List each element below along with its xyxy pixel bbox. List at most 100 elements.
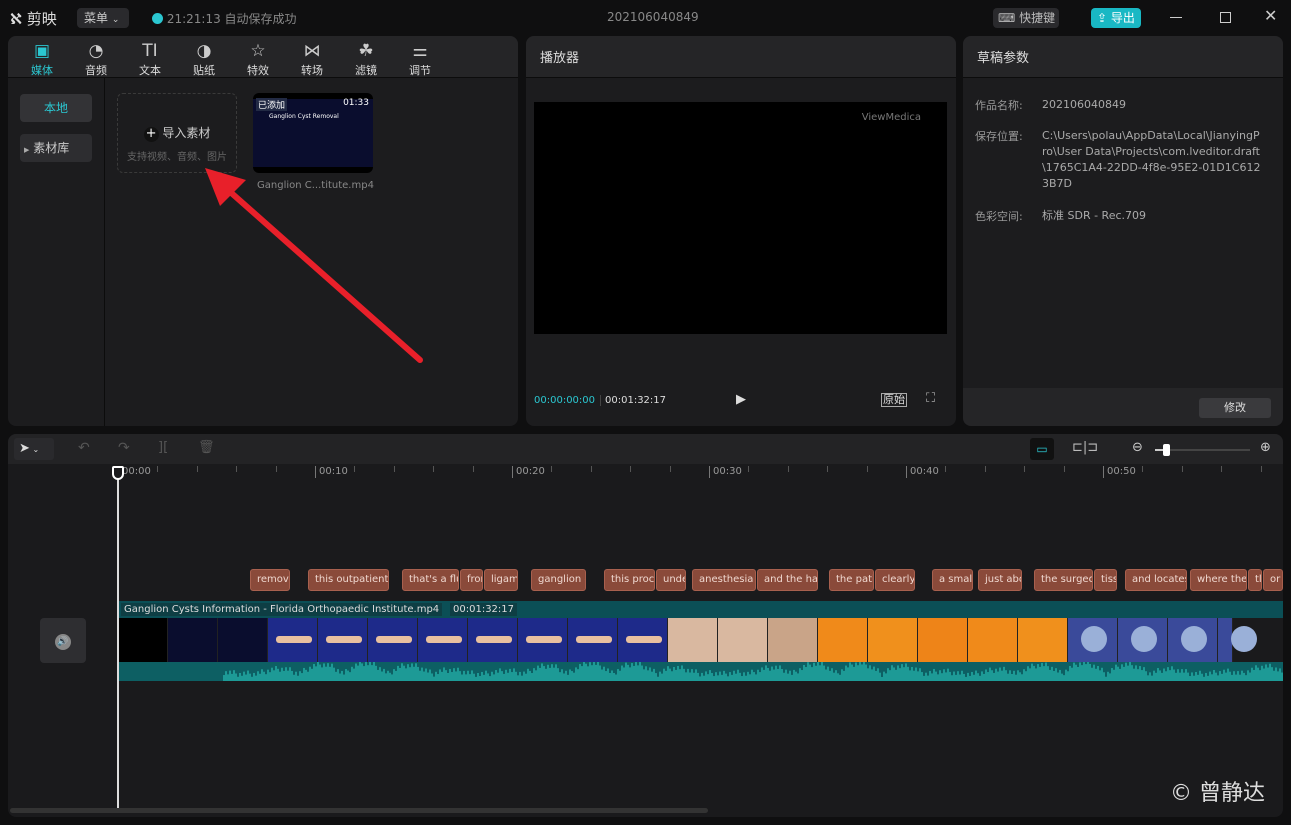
media-icon: ▣	[33, 41, 51, 61]
link-split-icon[interactable]: ⊏|⊐	[1072, 440, 1098, 455]
chevron-down-icon: ⌄	[111, 15, 120, 25]
tab-audio[interactable]: ◔ 音频	[71, 40, 121, 78]
media-item[interactable]: 已添加 01:33 Ganglion Cyst Removal	[253, 93, 373, 173]
subtitle-clip[interactable]: fror	[460, 569, 483, 591]
playhead[interactable]	[117, 466, 119, 808]
import-media-button[interactable]: + 导入素材 支持视频、音频、图片	[117, 93, 237, 173]
subtitle-clip[interactable]: this proc	[604, 569, 655, 591]
subtitle-clip[interactable]: and locates	[1125, 569, 1187, 591]
select-tool-button[interactable]: ➤ ⌄	[14, 438, 54, 460]
subtitle-clip[interactable]: ganglion c	[531, 569, 586, 591]
time-ruler[interactable]: 00:00 00:10 00:20 00:30 00:40 00:50	[8, 466, 1283, 480]
sidebar-library[interactable]: ▶ 素材库	[20, 134, 92, 162]
subtitle-clip[interactable]: a smal	[932, 569, 973, 591]
zoom-out-icon[interactable]: ⊖	[1132, 440, 1143, 455]
audio-icon: ◔	[88, 41, 104, 61]
close-button[interactable]: ✕	[1264, 6, 1277, 25]
delete-icon[interactable]: 🗑	[198, 440, 215, 455]
subtitle-clip[interactable]: that's a flu	[402, 569, 459, 591]
video-thumbnail	[618, 618, 668, 662]
video-thumbnail	[568, 618, 618, 662]
tab-text[interactable]: TI 文本	[125, 40, 175, 78]
duration: 01:33	[343, 98, 369, 108]
fullscreen-icon[interactable]: ⛶	[926, 391, 935, 406]
ruler-tick	[630, 466, 632, 472]
media-tabs: ▣ 媒体 ◔ 音频 TI 文本 ◑ 贴纸 ☆ 特效 ⋈ 转场 ☘ 滤镜 ⚌ 调节	[8, 36, 518, 78]
adjust-icon: ⚌	[412, 41, 428, 61]
ruler-tick	[157, 466, 159, 472]
video-thumbnail	[468, 618, 518, 662]
subtitle-clip[interactable]: and the ha	[757, 569, 818, 591]
video-thumbnail	[918, 618, 968, 662]
snap-toggle-icon[interactable]: ▭	[1030, 438, 1054, 460]
subtitle-clip[interactable]: ligam	[484, 569, 518, 591]
video-thumbnail	[718, 618, 768, 662]
sidebar-local[interactable]: 本地	[20, 94, 92, 122]
tab-transition[interactable]: ⋈ 转场	[287, 40, 337, 78]
text-icon: TI	[142, 41, 158, 61]
split-icon[interactable]: ][	[158, 440, 168, 455]
video-thumbnail	[668, 618, 718, 662]
shortcuts-button[interactable]: ⌨ 快捷键	[993, 8, 1059, 28]
mute-track-button[interactable]: 🔊	[40, 618, 86, 663]
horizontal-scrollbar[interactable]	[10, 808, 708, 813]
ruler-tick	[393, 466, 395, 472]
subtitle-clip[interactable]: the surgeo	[1034, 569, 1093, 591]
ruler-tick	[590, 466, 592, 472]
tab-effects[interactable]: ☆ 特效	[233, 40, 283, 78]
subtitle-clip[interactable]: tl	[1248, 569, 1262, 591]
media-filename: Ganglion C...titute.mp4	[257, 180, 374, 191]
tab-media[interactable]: ▣ 媒体	[17, 40, 67, 78]
original-ratio-button[interactable]: 原始	[881, 393, 907, 407]
video-thumbnail	[368, 618, 418, 662]
video-thumbnail	[418, 618, 468, 662]
subtitle-clip[interactable]: tiss	[1094, 569, 1117, 591]
video-thumbnail	[1218, 618, 1257, 662]
video-thumbnail	[1018, 618, 1068, 662]
ruler-tick	[196, 466, 198, 472]
subtitle-clip[interactable]: this outpatient	[308, 569, 389, 591]
menu-button[interactable]: 菜单 ⌄	[77, 8, 129, 28]
subtitle-clip[interactable]: where the	[1190, 569, 1247, 591]
ruler-tick	[433, 466, 435, 472]
export-button[interactable]: ⇪ 导出	[1091, 8, 1141, 28]
watermark: © 曾静达	[1170, 781, 1265, 806]
player-title: 播放器	[526, 36, 956, 78]
zoom-slider[interactable]	[1155, 444, 1250, 456]
subtitle-clip[interactable]: anesthesia	[692, 569, 756, 591]
tab-adjust[interactable]: ⚌ 调节	[395, 40, 445, 78]
ruler-tick	[472, 466, 474, 472]
subtitle-clip[interactable]: the pati	[829, 569, 874, 591]
video-thumbnail	[768, 618, 818, 662]
ruler-label: 00:10	[315, 466, 348, 478]
tab-filter[interactable]: ☘ 滤镜	[341, 40, 391, 78]
zoom-in-icon[interactable]: ⊕	[1260, 440, 1271, 455]
minimize-button[interactable]	[1170, 17, 1182, 18]
modify-button[interactable]: 修改	[1199, 398, 1271, 418]
subtitle-clip[interactable]: remova	[250, 569, 290, 591]
subtitle-clip[interactable]: clearly	[875, 569, 915, 591]
subtitle-clip[interactable]: unde	[656, 569, 686, 591]
playhead-handle[interactable]	[112, 466, 124, 480]
redo-icon[interactable]: ↷	[118, 440, 130, 456]
maximize-button[interactable]	[1220, 12, 1231, 23]
video-clip[interactable]: Ganglion Cysts Information - Florida Ort…	[118, 601, 1283, 618]
video-thumbnail	[868, 618, 918, 662]
undo-icon[interactable]: ↶	[78, 440, 90, 456]
param-row: 色彩空间: 标准 SDR - Rec.709	[975, 209, 1147, 223]
filter-icon: ☘	[358, 41, 374, 61]
ruler-tick	[669, 466, 671, 472]
tab-sticker[interactable]: ◑ 贴纸	[179, 40, 229, 78]
video-preview[interactable]: ViewMedica	[534, 102, 947, 334]
ruler-label: 00:50	[1103, 466, 1136, 478]
video-thumbnail	[968, 618, 1018, 662]
ruler-label: 00:30	[709, 466, 742, 478]
clip-duration: 00:01:32:17	[450, 603, 518, 616]
video-thumbnail	[118, 618, 168, 662]
subtitle-clip[interactable]: just abo	[978, 569, 1022, 591]
ruler-tick	[1024, 466, 1026, 472]
play-button[interactable]: ▶	[736, 392, 746, 407]
ruler-tick	[1142, 466, 1144, 472]
subtitle-clip[interactable]: or	[1263, 569, 1283, 591]
keyboard-icon: ⌨	[998, 11, 1016, 25]
